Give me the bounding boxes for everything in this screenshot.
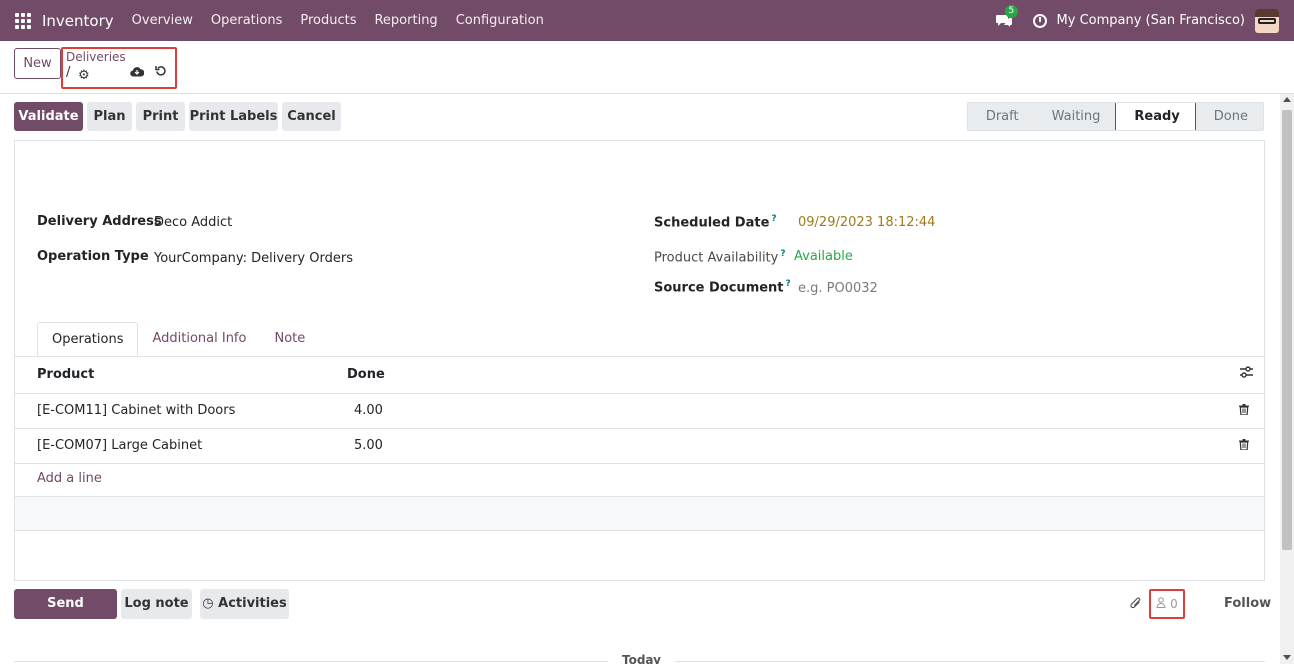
column-settings-icon[interactable]: [1240, 366, 1253, 382]
top-navbar: Inventory Overview Operations Products R…: [0, 0, 1294, 41]
cancel-button[interactable]: Cancel: [282, 102, 341, 131]
delivery-address-label: Delivery Address: [37, 214, 162, 229]
table-header: Product Done: [15, 357, 1264, 394]
control-panel: New Deliveries / ⚙: [0, 41, 1294, 94]
paperclip-icon[interactable]: [1124, 594, 1145, 615]
app-grid-icon[interactable]: [15, 12, 31, 29]
log-note-button[interactable]: Log note: [121, 589, 192, 619]
tab-note[interactable]: Note: [260, 322, 319, 356]
table-row[interactable]: [E-COM11] Cabinet with Doors 4.00: [15, 394, 1264, 429]
column-product[interactable]: Product: [37, 367, 94, 382]
plan-button[interactable]: Plan: [87, 102, 132, 131]
follow-button[interactable]: Follow: [1224, 596, 1271, 611]
form-sheet: Delivery Address Deco Addict Operation T…: [14, 140, 1265, 581]
send-message-button[interactable]: Send message: [14, 589, 117, 641]
activity-clock-icon[interactable]: [1032, 13, 1047, 28]
print-labels-button[interactable]: Print Labels: [189, 102, 278, 131]
availability-label-text: Product Availability: [654, 250, 779, 266]
stage-draft[interactable]: Draft: [968, 103, 1034, 130]
availability-value: Available: [794, 249, 853, 264]
done-cell[interactable]: 5.00: [354, 438, 383, 453]
menu-operations[interactable]: Operations: [211, 13, 282, 28]
new-button[interactable]: New: [14, 48, 61, 79]
menu-overview[interactable]: Overview: [132, 13, 193, 28]
record-name: /: [66, 65, 71, 80]
source-document-label: Source Document?: [654, 279, 791, 295]
delivery-address-field[interactable]: Deco Addict: [154, 215, 232, 230]
product-cell[interactable]: [E-COM07] Large Cabinet: [37, 438, 202, 453]
help-icon[interactable]: ?: [786, 279, 791, 289]
app-name[interactable]: Inventory: [42, 12, 114, 30]
activities-label: Activities: [218, 596, 287, 611]
tab-operations[interactable]: Operations: [37, 322, 139, 356]
validate-button[interactable]: Validate: [14, 102, 83, 131]
notebook-tabs: Operations Additional Info Note: [37, 322, 319, 357]
trash-icon[interactable]: [1239, 404, 1249, 416]
scroll-thumb[interactable]: [1282, 110, 1292, 550]
scroll-up-arrow[interactable]: [1283, 97, 1291, 102]
table-row[interactable]: [E-COM07] Large Cabinet 5.00: [15, 429, 1264, 464]
navbar-systray: 5 My Company (San Francisco): [995, 0, 1294, 41]
operation-type-field[interactable]: YourCompany: Delivery Orders: [154, 251, 353, 266]
menu-products[interactable]: Products: [300, 13, 356, 28]
page-scrollbar[interactable]: [1280, 94, 1294, 664]
messages-icon[interactable]: 5: [995, 4, 1019, 29]
menu-configuration[interactable]: Configuration: [456, 13, 544, 28]
operation-type-label: Operation Type: [37, 249, 149, 264]
stage-done[interactable]: Done: [1196, 103, 1263, 130]
add-line-link[interactable]: Add a line: [37, 471, 102, 486]
activities-button[interactable]: ◷ Activities: [200, 589, 289, 619]
column-done[interactable]: Done: [347, 367, 385, 382]
date-separator-label: Today: [608, 653, 675, 664]
tab-additional-info[interactable]: Additional Info: [138, 322, 260, 356]
user-avatar[interactable]: [1255, 8, 1279, 33]
menu-reporting[interactable]: Reporting: [374, 13, 437, 28]
scheduled-date-label-text: Scheduled Date: [654, 215, 770, 231]
user-icon: [1156, 597, 1166, 608]
save-cloud-icon[interactable]: [130, 66, 145, 81]
source-document-input[interactable]: e.g. PO0032: [798, 281, 878, 296]
stage-waiting[interactable]: Waiting: [1034, 103, 1116, 130]
status-bar: Draft Waiting Ready Done: [966, 102, 1264, 131]
breadcrumb-deliveries[interactable]: Deliveries: [66, 50, 126, 64]
breadcrumb: Deliveries / ⚙: [61, 47, 177, 89]
source-document-label-text: Source Document: [654, 280, 784, 296]
empty-table-row: [15, 496, 1264, 531]
discard-icon[interactable]: [155, 65, 167, 81]
help-icon[interactable]: ?: [780, 249, 785, 259]
print-button[interactable]: Print: [136, 102, 185, 131]
availability-label: Product Availability?: [654, 249, 786, 265]
stage-ready[interactable]: Ready: [1115, 103, 1196, 130]
gear-icon[interactable]: ⚙: [78, 68, 90, 83]
clock-icon: ◷: [202, 596, 214, 611]
scheduled-date-field[interactable]: 09/29/2023 18:12:44: [798, 215, 935, 230]
scheduled-date-label: Scheduled Date?: [654, 214, 777, 230]
trash-icon[interactable]: [1239, 439, 1249, 451]
action-bar: Validate Plan Print Print Labels Cancel …: [0, 94, 1294, 139]
followers-button[interactable]: 0: [1149, 589, 1185, 619]
message-count-badge: 5: [1004, 4, 1019, 18]
done-cell[interactable]: 4.00: [354, 403, 383, 418]
company-switcher[interactable]: My Company (San Francisco): [1057, 13, 1245, 28]
followers-count: 0: [1170, 597, 1178, 611]
scroll-down-arrow[interactable]: [1283, 655, 1291, 660]
product-cell[interactable]: [E-COM11] Cabinet with Doors: [37, 403, 235, 418]
help-icon[interactable]: ?: [771, 214, 776, 224]
